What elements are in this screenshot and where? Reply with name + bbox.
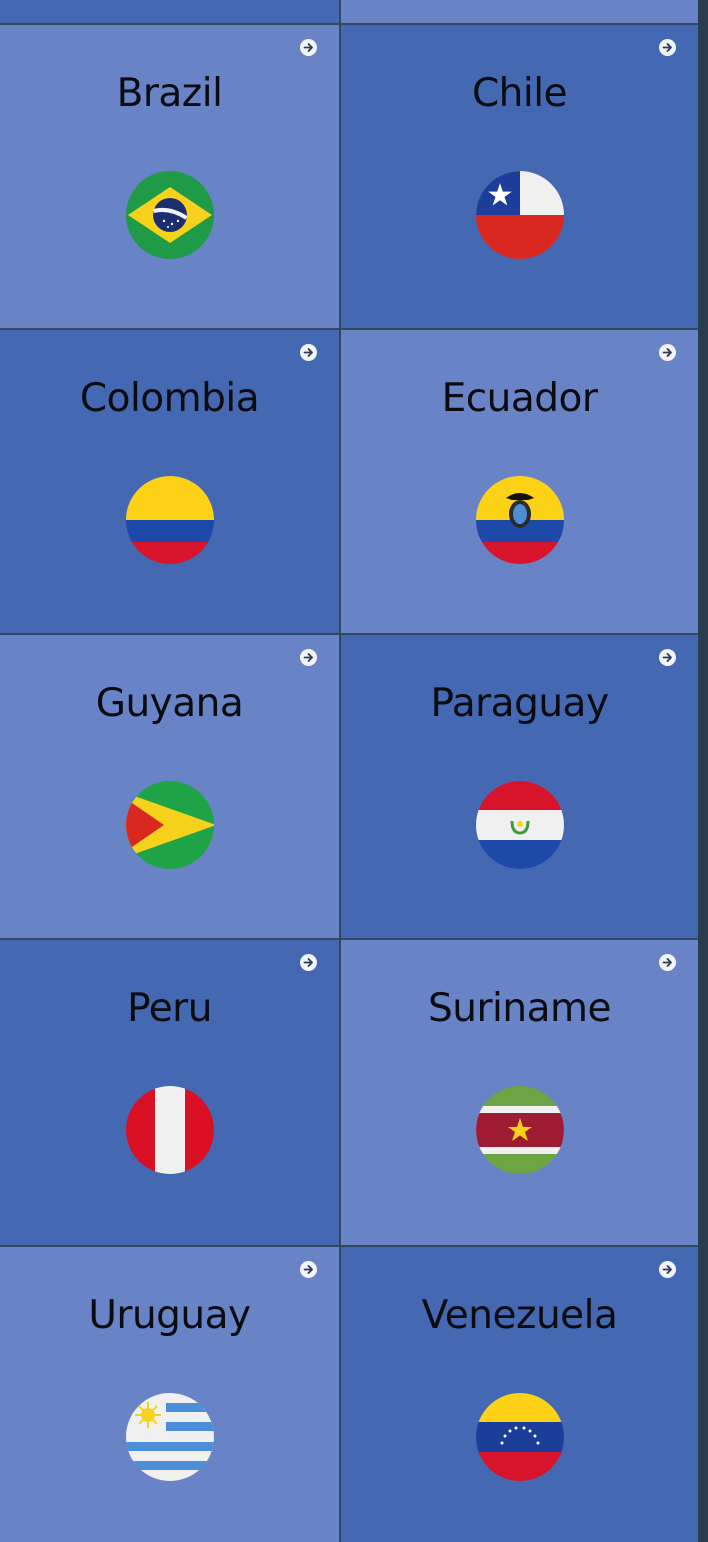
country-tile-partial-left[interactable] xyxy=(0,0,339,23)
venezuela-flag-icon xyxy=(475,1393,564,1481)
country-tile-venezuela[interactable]: Venezuela xyxy=(341,1247,698,1542)
peru-flag-icon xyxy=(125,1086,214,1174)
country-name: Suriname xyxy=(428,986,611,1031)
chile-flag-icon xyxy=(475,171,564,259)
arrow-right-circle-icon[interactable] xyxy=(300,344,317,361)
country-name: Colombia xyxy=(79,376,260,421)
country-grid: Brazil Chile Colombia Ecuador Guyana Par… xyxy=(0,0,698,1542)
arrow-right-circle-icon[interactable] xyxy=(300,954,317,971)
arrow-right-circle-icon[interactable] xyxy=(659,1261,676,1278)
country-name: Guyana xyxy=(95,681,244,726)
colombia-flag-icon xyxy=(125,476,214,564)
arrow-right-circle-icon[interactable] xyxy=(659,649,676,666)
country-name: Peru xyxy=(127,986,212,1031)
country-name: Brazil xyxy=(116,71,223,116)
arrow-right-circle-icon[interactable] xyxy=(300,39,317,56)
page-scrollbar[interactable] xyxy=(698,0,708,1542)
country-tile-guyana[interactable]: Guyana xyxy=(0,635,339,938)
country-tile-colombia[interactable]: Colombia xyxy=(0,330,339,633)
arrow-right-circle-icon[interactable] xyxy=(300,649,317,666)
country-name: Ecuador xyxy=(441,376,598,421)
arrow-right-circle-icon[interactable] xyxy=(659,954,676,971)
country-tile-ecuador[interactable]: Ecuador xyxy=(341,330,698,633)
suriname-flag-icon xyxy=(475,1086,564,1174)
country-name: Venezuela xyxy=(421,1293,618,1338)
paraguay-flag-icon xyxy=(475,781,564,869)
country-tile-paraguay[interactable]: Paraguay xyxy=(341,635,698,938)
arrow-right-circle-icon[interactable] xyxy=(659,344,676,361)
country-name: Paraguay xyxy=(430,681,609,726)
country-tile-partial-right[interactable] xyxy=(341,0,698,23)
country-tile-peru[interactable]: Peru xyxy=(0,940,339,1245)
uruguay-flag-icon xyxy=(125,1393,214,1481)
country-tile-brazil[interactable]: Brazil xyxy=(0,25,339,328)
country-tile-uruguay[interactable]: Uruguay xyxy=(0,1247,339,1542)
country-tile-suriname[interactable]: Suriname xyxy=(341,940,698,1245)
country-name: Chile xyxy=(471,71,568,116)
country-tile-chile[interactable]: Chile xyxy=(341,25,698,328)
arrow-right-circle-icon[interactable] xyxy=(300,1261,317,1278)
arrow-right-circle-icon[interactable] xyxy=(659,39,676,56)
brazil-flag-icon xyxy=(125,171,214,259)
ecuador-flag-icon xyxy=(475,476,564,564)
country-name: Uruguay xyxy=(88,1293,251,1338)
guyana-flag-icon xyxy=(125,781,214,869)
